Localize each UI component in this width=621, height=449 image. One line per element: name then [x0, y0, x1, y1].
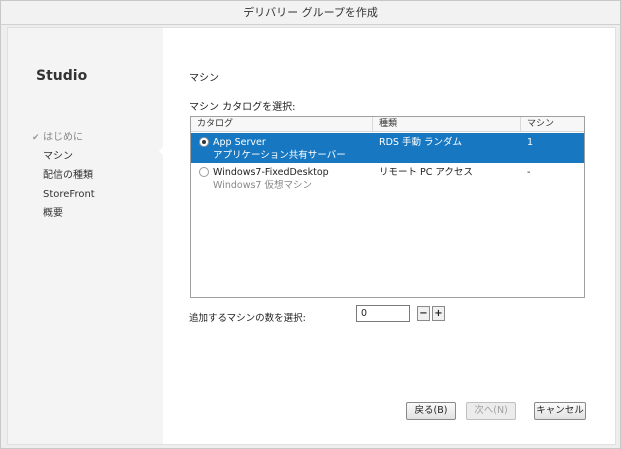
catalog-description: Windows7 仮想マシン [213, 180, 312, 191]
catalog-description: アプリケーション共有サーバー [213, 150, 346, 161]
step-machines[interactable]: マシン [32, 147, 95, 166]
increment-button[interactable]: + [432, 306, 445, 321]
step-label: StoreFront [43, 189, 95, 200]
step-introduction[interactable]: ✔ はじめに [32, 128, 95, 147]
wizard-sidebar: Studio ✔ はじめに マシン 配信の種類 StoreFront 概要 [8, 28, 164, 444]
table-row[interactable]: Windows7-FixedDesktop Windows7 仮想マシン リモー… [191, 163, 584, 193]
next-button[interactable]: 次へ(N) [466, 402, 516, 420]
catalog-table: カタログ 種類 マシン App Server アプリケーション共有サーバー RD… [190, 116, 585, 298]
cancel-button[interactable]: キャンセル [534, 402, 586, 420]
catalog-radio-button[interactable] [199, 167, 209, 177]
page-title: マシン [189, 73, 219, 84]
step-storefront[interactable]: StoreFront [32, 185, 95, 204]
checkmark-icon: ✔ [32, 133, 40, 143]
step-label: はじめに [43, 132, 83, 143]
dialog-content: Studio ✔ はじめに マシン 配信の種類 StoreFront 概要 マシン… [7, 27, 616, 445]
step-label: 配信の種類 [43, 170, 93, 181]
step-label: マシン [43, 151, 73, 162]
step-label: 概要 [43, 208, 63, 219]
step-delivery-type[interactable]: 配信の種類 [32, 166, 95, 185]
wizard-main-panel: マシン マシン カタログを選択: カタログ 種類 マシン App Server … [163, 28, 615, 444]
catalog-radio-button[interactable] [199, 137, 209, 147]
dialog-window: デリバリー グループを作成 Studio ✔ はじめに マシン 配信の種類 Sto… [0, 0, 621, 449]
catalog-type: リモート PC アクセス [379, 167, 473, 178]
machine-count-label: 追加するマシンの数を選択: [189, 313, 306, 324]
column-header-catalog[interactable]: カタログ [191, 117, 373, 132]
table-row[interactable]: App Server アプリケーション共有サーバー RDS 手動 ランダム 1 [191, 133, 584, 163]
machine-count-input[interactable]: 0 [356, 305, 410, 322]
wizard-steps: ✔ はじめに マシン 配信の種類 StoreFront 概要 [32, 128, 95, 223]
back-button[interactable]: 戻る(B) [406, 402, 456, 420]
decrement-button[interactable]: − [417, 306, 430, 321]
table-header: カタログ 種類 マシン [191, 117, 584, 132]
studio-title: Studio [36, 68, 88, 84]
step-summary[interactable]: 概要 [32, 204, 95, 223]
catalog-select-label: マシン カタログを選択: [189, 102, 296, 113]
column-header-type[interactable]: 種類 [373, 117, 521, 132]
catalog-machine-count: - [527, 167, 531, 178]
column-header-machines[interactable]: マシン [521, 117, 584, 132]
catalog-type: RDS 手動 ランダム [379, 137, 462, 148]
window-title: デリバリー グループを作成 [1, 1, 620, 25]
catalog-machine-count: 1 [527, 137, 534, 148]
catalog-name: Windows7-FixedDesktop [213, 167, 329, 178]
catalog-name: App Server [213, 137, 266, 148]
